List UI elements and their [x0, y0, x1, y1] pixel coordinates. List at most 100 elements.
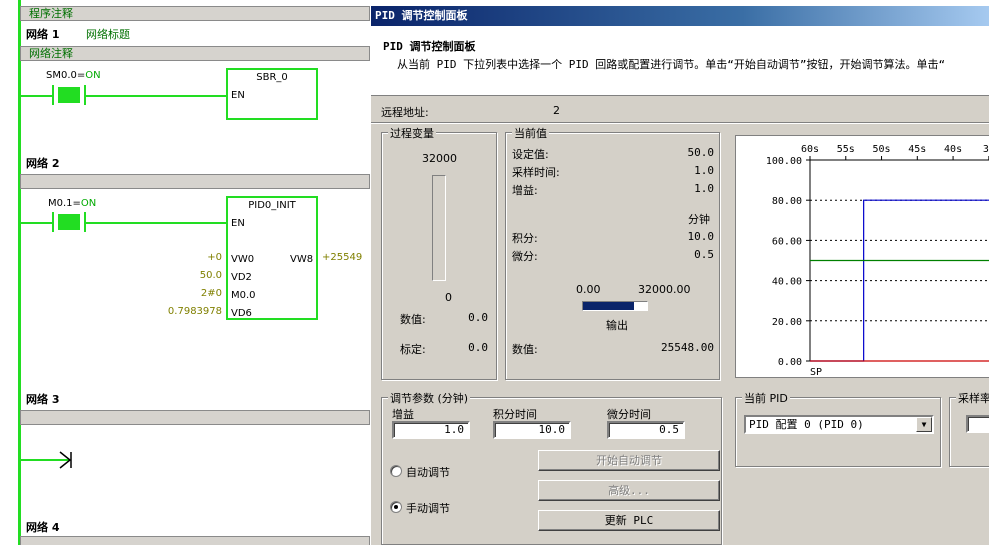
integral-value: 10.0 — [687, 230, 715, 243]
network-1-subtitle[interactable]: 网络标题 — [86, 26, 130, 42]
pin-vd2: VD2 — [231, 272, 252, 283]
wire — [86, 95, 228, 97]
pin-vd6: VD6 — [231, 308, 252, 319]
sample-rate-group: 采样率 — [949, 390, 989, 467]
pin-vw0: VW0 — [231, 254, 255, 265]
en-pin: EN — [231, 90, 245, 101]
network-1-title[interactable]: 网络 1 — [26, 26, 59, 42]
trend-chart: 100.00 80.00 60.00 40.00 20.00 0.00 60s 55s 50s 4… — [735, 135, 989, 378]
sample-time-label: 采样时间: — [512, 166, 560, 179]
process-variable-title: 过程变量 — [388, 125, 436, 141]
remote-address-value: 2 — [553, 104, 560, 117]
pv-value-label: 数值: — [400, 313, 426, 326]
contact-m01-label: M0.1=ON — [48, 198, 96, 209]
output-value: 25548.00 — [661, 341, 714, 354]
x-tick-label: 45s — [908, 144, 926, 155]
tuning-parameters-group: 调节参数 (分钟) 增益 1.0 积分时间 10.0 微分时间 0.5 自动调节… — [381, 390, 722, 545]
setpoint-value: 50.0 — [687, 146, 715, 159]
sample-rate-input[interactable] — [966, 415, 989, 433]
header-description: 从当前 PID 下拉列表中选择一个 PID 回路或配置进行调节。单击“开始自动调… — [397, 58, 946, 71]
tune-gain-label: 增益 — [392, 408, 414, 421]
rung-arrow-icon — [59, 451, 72, 469]
tune-integral-input[interactable]: 10.0 — [493, 421, 571, 439]
y-tick-label: 80.00 — [772, 196, 802, 207]
pin-m00-value: 2#0 — [200, 288, 222, 299]
wire — [20, 222, 52, 224]
pin-vw8: VW8 — [290, 254, 314, 265]
current-pid-value: PID 配置 0 (PID 0) — [749, 418, 864, 431]
current-pid-title: 当前 PID — [742, 390, 790, 406]
legend-label: SP — [810, 367, 822, 378]
contact-m01[interactable] — [52, 212, 86, 232]
wire — [20, 95, 52, 97]
network-2-comment[interactable] — [20, 174, 370, 189]
output-bar — [582, 301, 648, 311]
x-tick-label: 35 — [983, 144, 989, 155]
network-4-comment[interactable] — [20, 536, 370, 545]
contact-m01-state: ON — [80, 198, 97, 209]
pid0-init-name: PID0_INIT — [248, 200, 296, 211]
power-rail — [18, 0, 21, 545]
sample-rate-title: 采样率 — [956, 390, 989, 406]
contact-sm0-state: ON — [85, 70, 101, 81]
advanced-button[interactable]: 高级... — [538, 480, 720, 501]
y-tick-label: 60.00 — [772, 236, 802, 247]
update-plc-button[interactable]: 更新 PLC — [538, 510, 720, 531]
dialog-titlebar[interactable]: PID 调节控制面板 — [371, 6, 989, 26]
network-1-comment[interactable]: 网络注释 — [20, 46, 370, 61]
pv-min: 0 — [445, 291, 452, 304]
auto-tune-label[interactable]: 自动调节 — [406, 464, 450, 480]
y-tick-label: 100.00 — [766, 156, 802, 167]
pid-tuning-dialog[interactable]: PID 调节控制面板 PID 调节控制面板 从当前 PID 下拉列表中选择一个 … — [370, 6, 989, 545]
output-max: 32000.00 — [638, 283, 691, 296]
current-pid-select[interactable]: PID 配置 0 (PID 0) ▼ — [744, 415, 934, 434]
sbr0-box[interactable]: SBR_0 EN — [226, 68, 318, 120]
pv-max: 32000 — [422, 152, 457, 165]
y-tick-label: 20.00 — [772, 317, 802, 328]
pin-m00: M0.0 — [231, 290, 256, 301]
network-2-title[interactable]: 网络 2 — [26, 155, 59, 171]
ladder-editor[interactable]: 程序注释 网络 1 网络标题 网络注释 SM0.0=ON SBR_0 EN 网络… — [0, 0, 372, 545]
derivative-value: 0.5 — [694, 248, 714, 261]
pv-bar — [432, 175, 446, 281]
chevron-down-icon[interactable]: ▼ — [916, 417, 932, 432]
y-tick-label: 40.00 — [772, 277, 802, 288]
manual-tune-radio[interactable] — [390, 501, 402, 513]
sbr0-name: SBR_0 — [256, 72, 288, 83]
current-values-group: 当前值 设定值: 50.0 采样时间: 1.0 增益: 1.0 分钟 积分: 1… — [505, 125, 720, 380]
pid0-init-box[interactable]: PID0_INIT EN VW0 VD2 M0.0 VD6 VW8 — [226, 196, 318, 320]
network-4-title[interactable]: 网络 4 — [26, 519, 59, 535]
current-pid-group: 当前 PID PID 配置 0 (PID 0) ▼ — [735, 390, 941, 467]
current-values-title: 当前值 — [512, 125, 549, 141]
tune-gain-input[interactable]: 1.0 — [392, 421, 470, 439]
wire — [86, 222, 228, 224]
tune-integral-label: 积分时间 — [493, 408, 537, 421]
tune-derivative-input[interactable]: 0.5 — [607, 421, 685, 439]
dialog-header: PID 调节控制面板 从当前 PID 下拉列表中选择一个 PID 回路或配置进行… — [371, 26, 989, 96]
pin-vw8-value: +25549 — [322, 252, 363, 263]
auto-tune-radio[interactable] — [390, 465, 402, 477]
gain-value: 1.0 — [694, 182, 714, 195]
divider — [371, 122, 989, 124]
process-variable-group: 过程变量 32000 0 数值: 0.0 标定: 0.0 — [381, 125, 497, 380]
network-3-comment[interactable] — [20, 410, 370, 425]
pv-scaled: 0.0 — [468, 341, 488, 354]
y-tick-label: 0.00 — [778, 357, 802, 368]
setpoint-label: 设定值: — [512, 148, 549, 161]
trend-chart-svg: 100.00 80.00 60.00 40.00 20.00 0.00 60s 55s 50s 4… — [766, 144, 989, 378]
tune-derivative-label: 微分时间 — [607, 408, 651, 421]
remote-address-label: 远程地址: — [381, 106, 429, 119]
manual-tune-label[interactable]: 手动调节 — [406, 500, 450, 516]
program-comment[interactable]: 程序注释 — [20, 6, 370, 21]
en-pin: EN — [231, 218, 245, 229]
derivative-label: 微分: — [512, 250, 538, 263]
contact-sm0-label: SM0.0=ON — [46, 70, 101, 81]
start-auto-tune-button[interactable]: 开始自动调节 — [538, 450, 720, 471]
x-tick-label: 50s — [873, 144, 891, 155]
network-3-title[interactable]: 网络 3 — [26, 391, 59, 407]
contact-sm0[interactable] — [52, 85, 86, 105]
x-tick-label: 55s — [837, 144, 855, 155]
x-tick-label: 60s — [801, 144, 819, 155]
pin-vw0-value: +0 — [207, 252, 222, 263]
contact-m01-address: M0.1= — [48, 198, 81, 209]
